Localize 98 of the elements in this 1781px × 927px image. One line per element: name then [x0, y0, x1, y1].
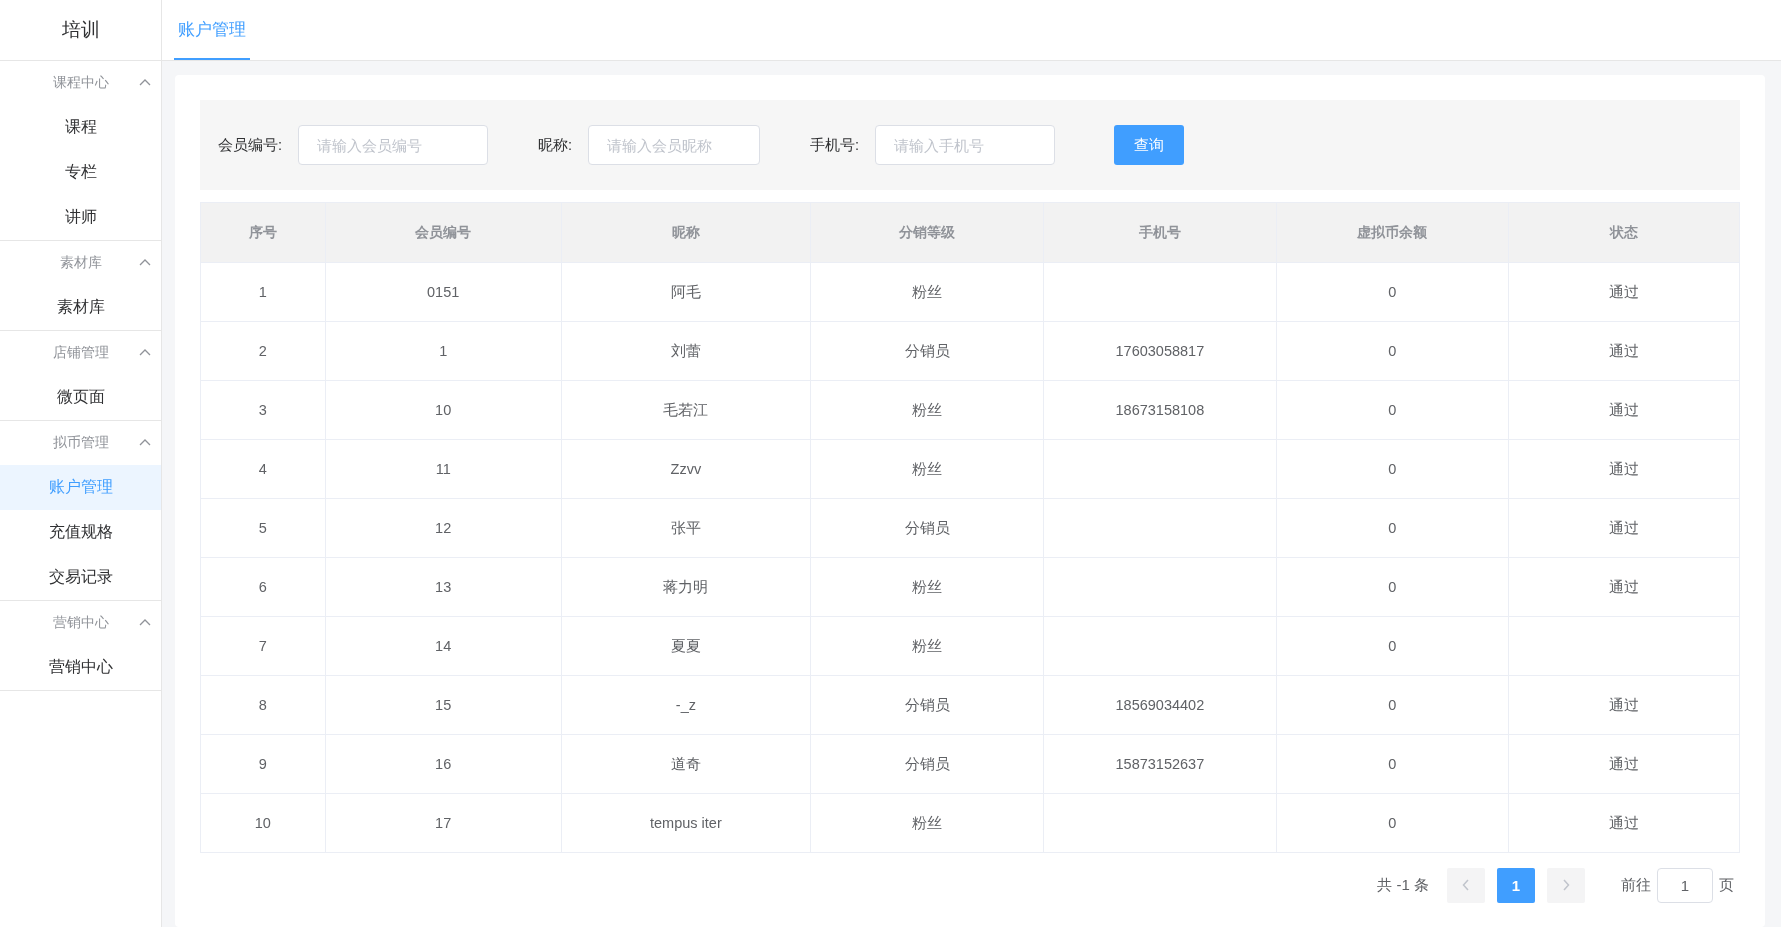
column-header: 序号: [200, 202, 326, 263]
filter-label: 手机号:: [810, 135, 860, 155]
nickname-cell: Zzvv: [561, 439, 811, 499]
menu-item[interactable]: 专栏: [0, 150, 161, 195]
status-cell: 通过: [1508, 793, 1740, 853]
status-cell: 通过: [1508, 439, 1740, 499]
nickname-cell: 张平: [561, 498, 811, 558]
member-id-cell: 12: [325, 498, 562, 558]
row-number-cell: 1: [200, 262, 326, 322]
nickname-cell: 阿毛: [561, 262, 811, 322]
chevron-icon: [139, 618, 151, 626]
row-number-cell: 2: [200, 321, 326, 381]
previous-page-button[interactable]: [1447, 867, 1485, 903]
filter-label: 会员编号:: [218, 135, 283, 155]
status-cell: 通过: [1508, 321, 1740, 381]
member-id-cell: 14: [325, 616, 562, 676]
menu-item[interactable]: 讲师: [0, 195, 161, 240]
status-cell: 通过: [1508, 557, 1740, 617]
row-number-cell: 4: [200, 439, 326, 499]
menu-item[interactable]: 微页面: [0, 375, 161, 420]
menu-item[interactable]: 营销中心: [0, 645, 161, 690]
nickname-cell: -_z: [561, 675, 811, 735]
sidebar-title: 培训: [0, 0, 161, 61]
level-cell: 分销员: [810, 734, 1044, 794]
member-id-cell: 16: [325, 734, 562, 794]
balance-cell: 0: [1276, 439, 1509, 499]
column-header: 手机号: [1043, 202, 1277, 263]
member-id-cell: 17: [325, 793, 562, 853]
menu-item[interactable]: 素材库: [0, 285, 161, 330]
nickname-cell: 刘蕾: [561, 321, 811, 381]
balance-cell: 0: [1276, 675, 1509, 735]
member-id-cell: 11: [325, 439, 562, 499]
row-number-cell: 6: [200, 557, 326, 617]
column-header: 会员编号: [325, 202, 562, 263]
menu-item[interactable]: 交易记录: [0, 555, 161, 600]
phone-cell: 18569034402: [1043, 675, 1277, 735]
nickname-cell: 道奇: [561, 734, 811, 794]
level-cell: 分销员: [810, 321, 1044, 381]
balance-cell: 0: [1276, 793, 1509, 853]
level-cell: 粉丝: [810, 616, 1044, 676]
filter-input[interactable]: 请输入会员编号: [298, 125, 489, 165]
column-header: 分销等级: [810, 202, 1044, 263]
column-header: 虚拟币余额: [1276, 202, 1509, 263]
balance-cell: 0: [1276, 380, 1509, 440]
total-count: 共 -1 条: [1377, 875, 1429, 895]
filter-input[interactable]: 请输入会员昵称: [588, 125, 761, 165]
balance-cell: 0: [1276, 498, 1509, 558]
phone-cell: 15873152637: [1043, 734, 1277, 794]
chevron-left-icon: [1462, 879, 1470, 891]
chevron-right-icon: [1562, 879, 1570, 891]
goto-label: 前往: [1621, 875, 1651, 895]
nickname-cell: 夏夏: [561, 616, 811, 676]
balance-cell: 0: [1276, 557, 1509, 617]
nickname-cell: 蒋力明: [561, 557, 811, 617]
level-cell: 粉丝: [810, 262, 1044, 322]
balance-cell: 0: [1276, 321, 1509, 381]
chevron-icon: [139, 348, 151, 356]
status-cell: 通过: [1508, 380, 1740, 440]
member-id-cell: 10: [325, 380, 562, 440]
phone-cell: 17603058817: [1043, 321, 1277, 381]
balance-cell: 0: [1276, 616, 1509, 676]
level-cell: 分销员: [810, 498, 1044, 558]
chevron-icon: [139, 438, 151, 446]
status-cell: 通过: [1508, 675, 1740, 735]
balance-cell: 0: [1276, 734, 1509, 794]
level-cell: 粉丝: [810, 439, 1044, 499]
level-cell: 粉丝: [810, 793, 1044, 853]
phone-cell: 18673158108: [1043, 380, 1277, 440]
member-id-cell: 0151: [325, 262, 562, 322]
row-number-cell: 7: [200, 616, 326, 676]
nickname-cell: 毛若江: [561, 380, 811, 440]
goto-suffix: 页: [1719, 875, 1734, 895]
balance-cell: 0: [1276, 262, 1509, 322]
filter-label: 昵称:: [538, 135, 573, 155]
goto-page-input[interactable]: 1: [1657, 867, 1713, 903]
status-cell: 通过: [1508, 262, 1740, 322]
menu-item[interactable]: 充值规格: [0, 510, 161, 555]
nickname-cell: tempus iter: [561, 793, 811, 853]
row-number-cell: 3: [200, 380, 326, 440]
status-cell: 通过: [1508, 734, 1740, 794]
row-number-cell: 8: [200, 675, 326, 735]
next-page-button[interactable]: [1547, 867, 1585, 903]
chevron-icon: [139, 78, 151, 86]
level-cell: 粉丝: [810, 380, 1044, 440]
chevron-icon: [139, 258, 151, 266]
member-id-cell: 15: [325, 675, 562, 735]
row-number-cell: 10: [200, 793, 326, 853]
menu-item[interactable]: 课程: [0, 105, 161, 150]
filter-input[interactable]: 请输入手机号: [875, 125, 1056, 165]
row-number-cell: 5: [200, 498, 326, 558]
level-cell: 粉丝: [810, 557, 1044, 617]
row-number-cell: 9: [200, 734, 326, 794]
status-cell: 通过: [1508, 498, 1740, 558]
level-cell: 分销员: [810, 675, 1044, 735]
member-id-cell: 1: [325, 321, 562, 381]
column-header: 昵称: [561, 202, 811, 263]
column-header: 状态: [1508, 202, 1740, 263]
member-id-cell: 13: [325, 557, 562, 617]
